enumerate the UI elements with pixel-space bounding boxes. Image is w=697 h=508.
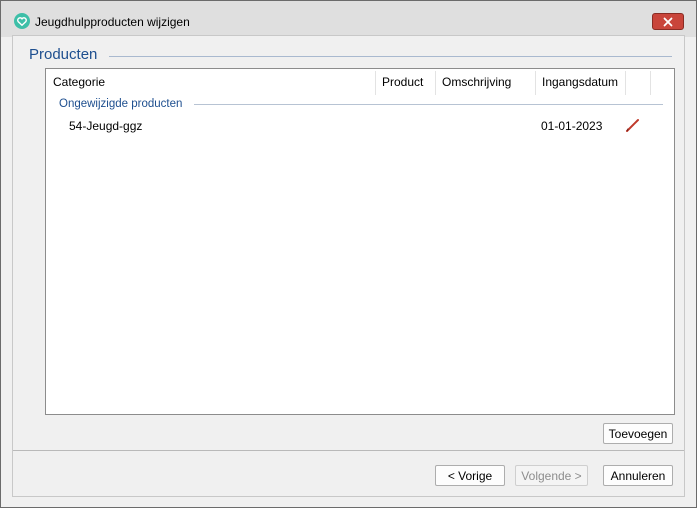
cancel-button[interactable]: Annuleren [603,465,673,486]
close-icon [663,17,673,26]
cell-categorie: 54-Jeugd-ggz [69,119,143,133]
title-bar: Jeugdhulpproducten wijzigen [1,1,696,37]
column-header-omschrijving[interactable]: Omschrijving [435,69,535,96]
column-header-ingangsdatum[interactable]: Ingangsdatum [535,69,625,96]
column-header-categorie[interactable]: Categorie [46,69,375,96]
window-title: Jeugdhulpproducten wijzigen [35,15,190,29]
section-divider [109,56,672,57]
edit-pencil-icon[interactable] [624,116,642,134]
add-button[interactable]: Toevoegen [603,423,673,444]
close-button[interactable] [652,13,684,30]
group-divider [194,104,663,105]
dialog-window: Jeugdhulpproducten wijzigen Producten Ca… [0,0,697,508]
column-separator[interactable] [650,71,651,95]
cell-ingangsdatum: 01-01-2023 [541,119,603,133]
group-label[interactable]: Ongewijzigde producten [59,98,182,110]
next-button[interactable]: Volgende > [515,465,588,486]
column-header-product[interactable]: Product [375,69,435,96]
products-list[interactable]: Categorie Product Omschrijving Ingangsda… [45,68,675,415]
section-title: Producten [29,46,98,63]
footer-divider [13,450,684,451]
previous-button[interactable]: < Vorige [435,465,505,486]
column-separator[interactable] [625,71,626,95]
heart-icon [14,13,30,29]
